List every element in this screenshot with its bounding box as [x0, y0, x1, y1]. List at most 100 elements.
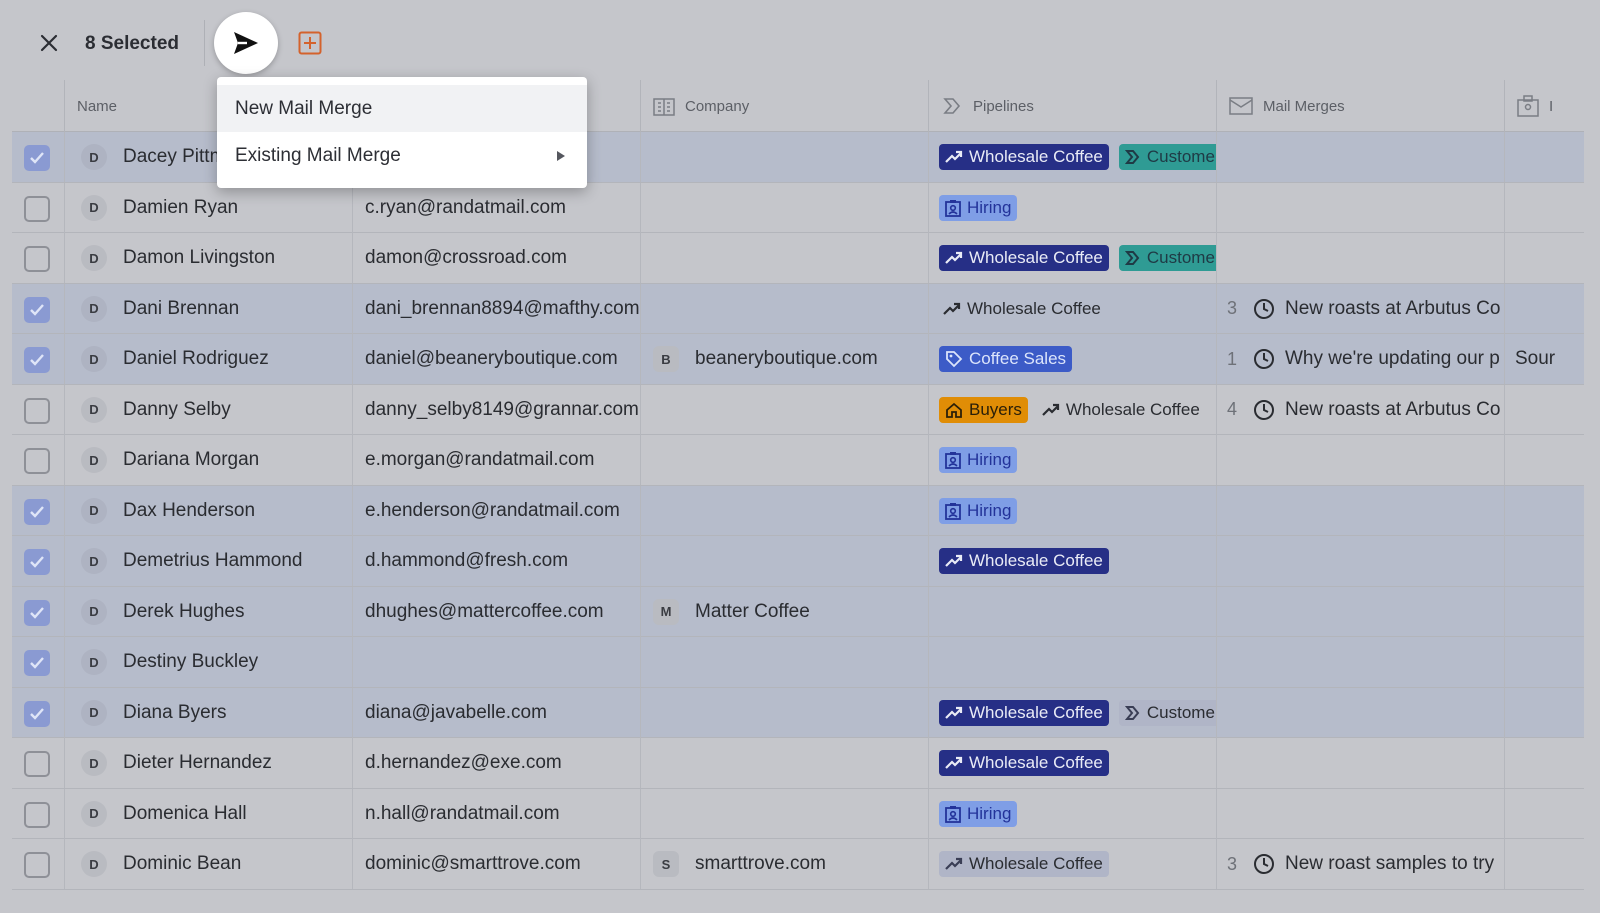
pipelines-cell[interactable]: Hiring	[928, 435, 1216, 485]
email-cell[interactable]: damon@crossroad.com	[352, 233, 640, 283]
company-cell[interactable]	[640, 283, 928, 334]
table-row[interactable]: D Derek Hughes dhughes@mattercoffee.com M…	[12, 586, 1584, 637]
email-cell[interactable]: e.morgan@randatmail.com	[352, 435, 640, 485]
table-row[interactable]: D Dani Brennan dani_brennan8894@mafthy.c…	[12, 283, 1584, 334]
extra-cell[interactable]	[1504, 738, 1584, 788]
mail-merges-cell[interactable]: 1 Why we're updating our p	[1216, 334, 1504, 384]
extra-cell[interactable]	[1504, 839, 1584, 889]
pipeline-tag[interactable]: Wholesale Coffee	[939, 296, 1107, 322]
row-checkbox[interactable]	[24, 195, 50, 222]
name-cell[interactable]: D Damon Livingston	[64, 233, 352, 283]
name-cell[interactable]: D Damien Ryan	[64, 182, 352, 233]
email-cell[interactable]: danny_selby8149@grannar.com	[352, 384, 640, 435]
extra-cell[interactable]	[1504, 435, 1584, 485]
extra-cell[interactable]	[1504, 637, 1584, 687]
row-checkbox[interactable]	[24, 498, 50, 525]
mail-merges-cell[interactable]	[1216, 132, 1504, 182]
name-cell[interactable]: D Dani Brennan	[64, 283, 352, 334]
email-cell[interactable]: n.hall@randatmail.com	[352, 788, 640, 839]
email-cell[interactable]: dominic@smarttrove.com	[352, 839, 640, 889]
row-checkbox[interactable]	[24, 448, 50, 474]
mail-merges-cell[interactable]: 3 New roast samples to try	[1216, 839, 1504, 889]
mail-merges-cell[interactable]	[1216, 738, 1504, 788]
pipelines-cell[interactable]	[928, 637, 1216, 687]
company-cell[interactable]	[640, 233, 928, 283]
pipeline-tag[interactable]: Hiring	[939, 194, 1018, 221]
pipelines-cell[interactable]: Wholesale Coffee Custome	[928, 687, 1216, 738]
row-checkbox[interactable]	[24, 549, 50, 575]
extra-cell[interactable]	[1504, 536, 1584, 586]
pipeline-tag[interactable]: Wholesale Coffee	[1038, 397, 1206, 423]
row-checkbox[interactable]	[24, 145, 50, 171]
row-checkbox[interactable]	[24, 347, 50, 373]
mail-merges-cell[interactable]	[1216, 687, 1504, 738]
email-cell[interactable]: daniel@beaneryboutique.com	[352, 334, 640, 384]
mail-merges-cell[interactable]	[1216, 586, 1504, 637]
pipeline-tag[interactable]: Wholesale Coffee	[939, 699, 1109, 726]
pipeline-tag[interactable]: Hiring	[939, 447, 1018, 473]
column-header-pipelines[interactable]: Pipelines	[928, 80, 1216, 132]
email-cell[interactable]: e.henderson@randatmail.com	[352, 485, 640, 536]
email-cell[interactable]: d.hammond@fresh.com	[352, 536, 640, 586]
row-checkbox[interactable]	[24, 246, 50, 272]
extra-cell[interactable]	[1504, 485, 1584, 536]
company-cell[interactable]	[640, 788, 928, 839]
extra-cell[interactable]	[1504, 283, 1584, 334]
mail-merges-cell[interactable]	[1216, 485, 1504, 536]
pipelines-cell[interactable]: Coffee Sales	[928, 334, 1216, 384]
email-cell[interactable]: d.hernandez@exe.com	[352, 738, 640, 788]
table-row[interactable]: D Dieter Hernandez d.hernandez@exe.com Wh…	[12, 738, 1584, 789]
column-header-mail-merges[interactable]: Mail Merges	[1216, 80, 1504, 132]
menu-item-existing-mail-merge[interactable]: Existing Mail Merge	[217, 132, 587, 179]
row-checkbox[interactable]	[24, 751, 50, 777]
email-cell[interactable]: c.ryan@randatmail.com	[352, 182, 640, 233]
table-row[interactable]: D Dax Henderson e.henderson@randatmail.c…	[12, 485, 1584, 536]
pipelines-cell[interactable]: Hiring	[928, 485, 1216, 536]
name-cell[interactable]: D Dariana Morgan	[64, 435, 352, 485]
row-checkbox[interactable]	[24, 801, 50, 828]
extra-cell[interactable]	[1504, 788, 1584, 839]
company-cell[interactable]: S smarttrove.com	[640, 839, 928, 889]
table-row[interactable]: D Daniel Rodriguez daniel@beaneryboutiqu…	[12, 334, 1584, 385]
company-cell[interactable]	[640, 637, 928, 687]
table-row[interactable]: D Demetrius Hammond d.hammond@fresh.com W…	[12, 536, 1584, 587]
column-header-extra[interactable]: I	[1504, 80, 1584, 132]
table-row[interactable]: D Destiny Buckley	[12, 637, 1584, 688]
row-checkbox[interactable]	[24, 296, 50, 323]
pipelines-cell[interactable]	[928, 586, 1216, 637]
table-row[interactable]: D Domenica Hall n.hall@randatmail.com Hir…	[12, 788, 1584, 839]
pipeline-tag[interactable]: Wholesale Coffee	[939, 851, 1109, 877]
name-cell[interactable]: D Demetrius Hammond	[64, 536, 352, 586]
pipelines-cell[interactable]: Wholesale Coffee	[928, 738, 1216, 788]
mail-merges-cell[interactable]	[1216, 182, 1504, 233]
company-cell[interactable]: M Matter Coffee	[640, 586, 928, 637]
mail-merges-cell[interactable]: 3 New roasts at Arbutus Co	[1216, 283, 1504, 334]
add-to-list-icon[interactable]	[298, 31, 322, 55]
email-cell[interactable]: diana@javabelle.com	[352, 687, 640, 738]
row-checkbox[interactable]	[24, 700, 50, 727]
name-cell[interactable]: D Danny Selby	[64, 384, 352, 435]
mail-merges-cell[interactable]	[1216, 435, 1504, 485]
pipeline-tag[interactable]: Hiring	[939, 497, 1018, 524]
name-cell[interactable]: D Dax Henderson	[64, 485, 352, 536]
extra-cell[interactable]	[1504, 182, 1584, 233]
table-row[interactable]: D Damon Livingston damon@crossroad.com Wh…	[12, 233, 1584, 284]
mail-merges-cell[interactable]	[1216, 788, 1504, 839]
name-cell[interactable]: D Domenica Hall	[64, 788, 352, 839]
company-cell[interactable]	[640, 384, 928, 435]
pipeline-tag[interactable]: Custome	[1118, 144, 1216, 170]
pipelines-cell[interactable]: Buyers Wholesale Coffee	[928, 384, 1216, 435]
row-checkbox[interactable]	[24, 599, 50, 626]
extra-cell[interactable]	[1504, 132, 1584, 182]
row-checkbox[interactable]	[24, 650, 50, 676]
pipelines-cell[interactable]: Hiring	[928, 788, 1216, 839]
pipeline-tag[interactable]: Wholesale Coffee	[939, 548, 1109, 574]
column-header-company[interactable]: Company	[640, 80, 928, 132]
extra-cell[interactable]	[1504, 384, 1584, 435]
pipeline-tag[interactable]: Custome	[1118, 699, 1216, 726]
menu-item-new-mail-merge[interactable]: New Mail Merge	[217, 85, 587, 132]
extra-cell[interactable]	[1504, 687, 1584, 738]
close-icon[interactable]	[36, 30, 62, 56]
extra-cell[interactable]	[1504, 586, 1584, 637]
row-checkbox[interactable]	[24, 852, 50, 878]
